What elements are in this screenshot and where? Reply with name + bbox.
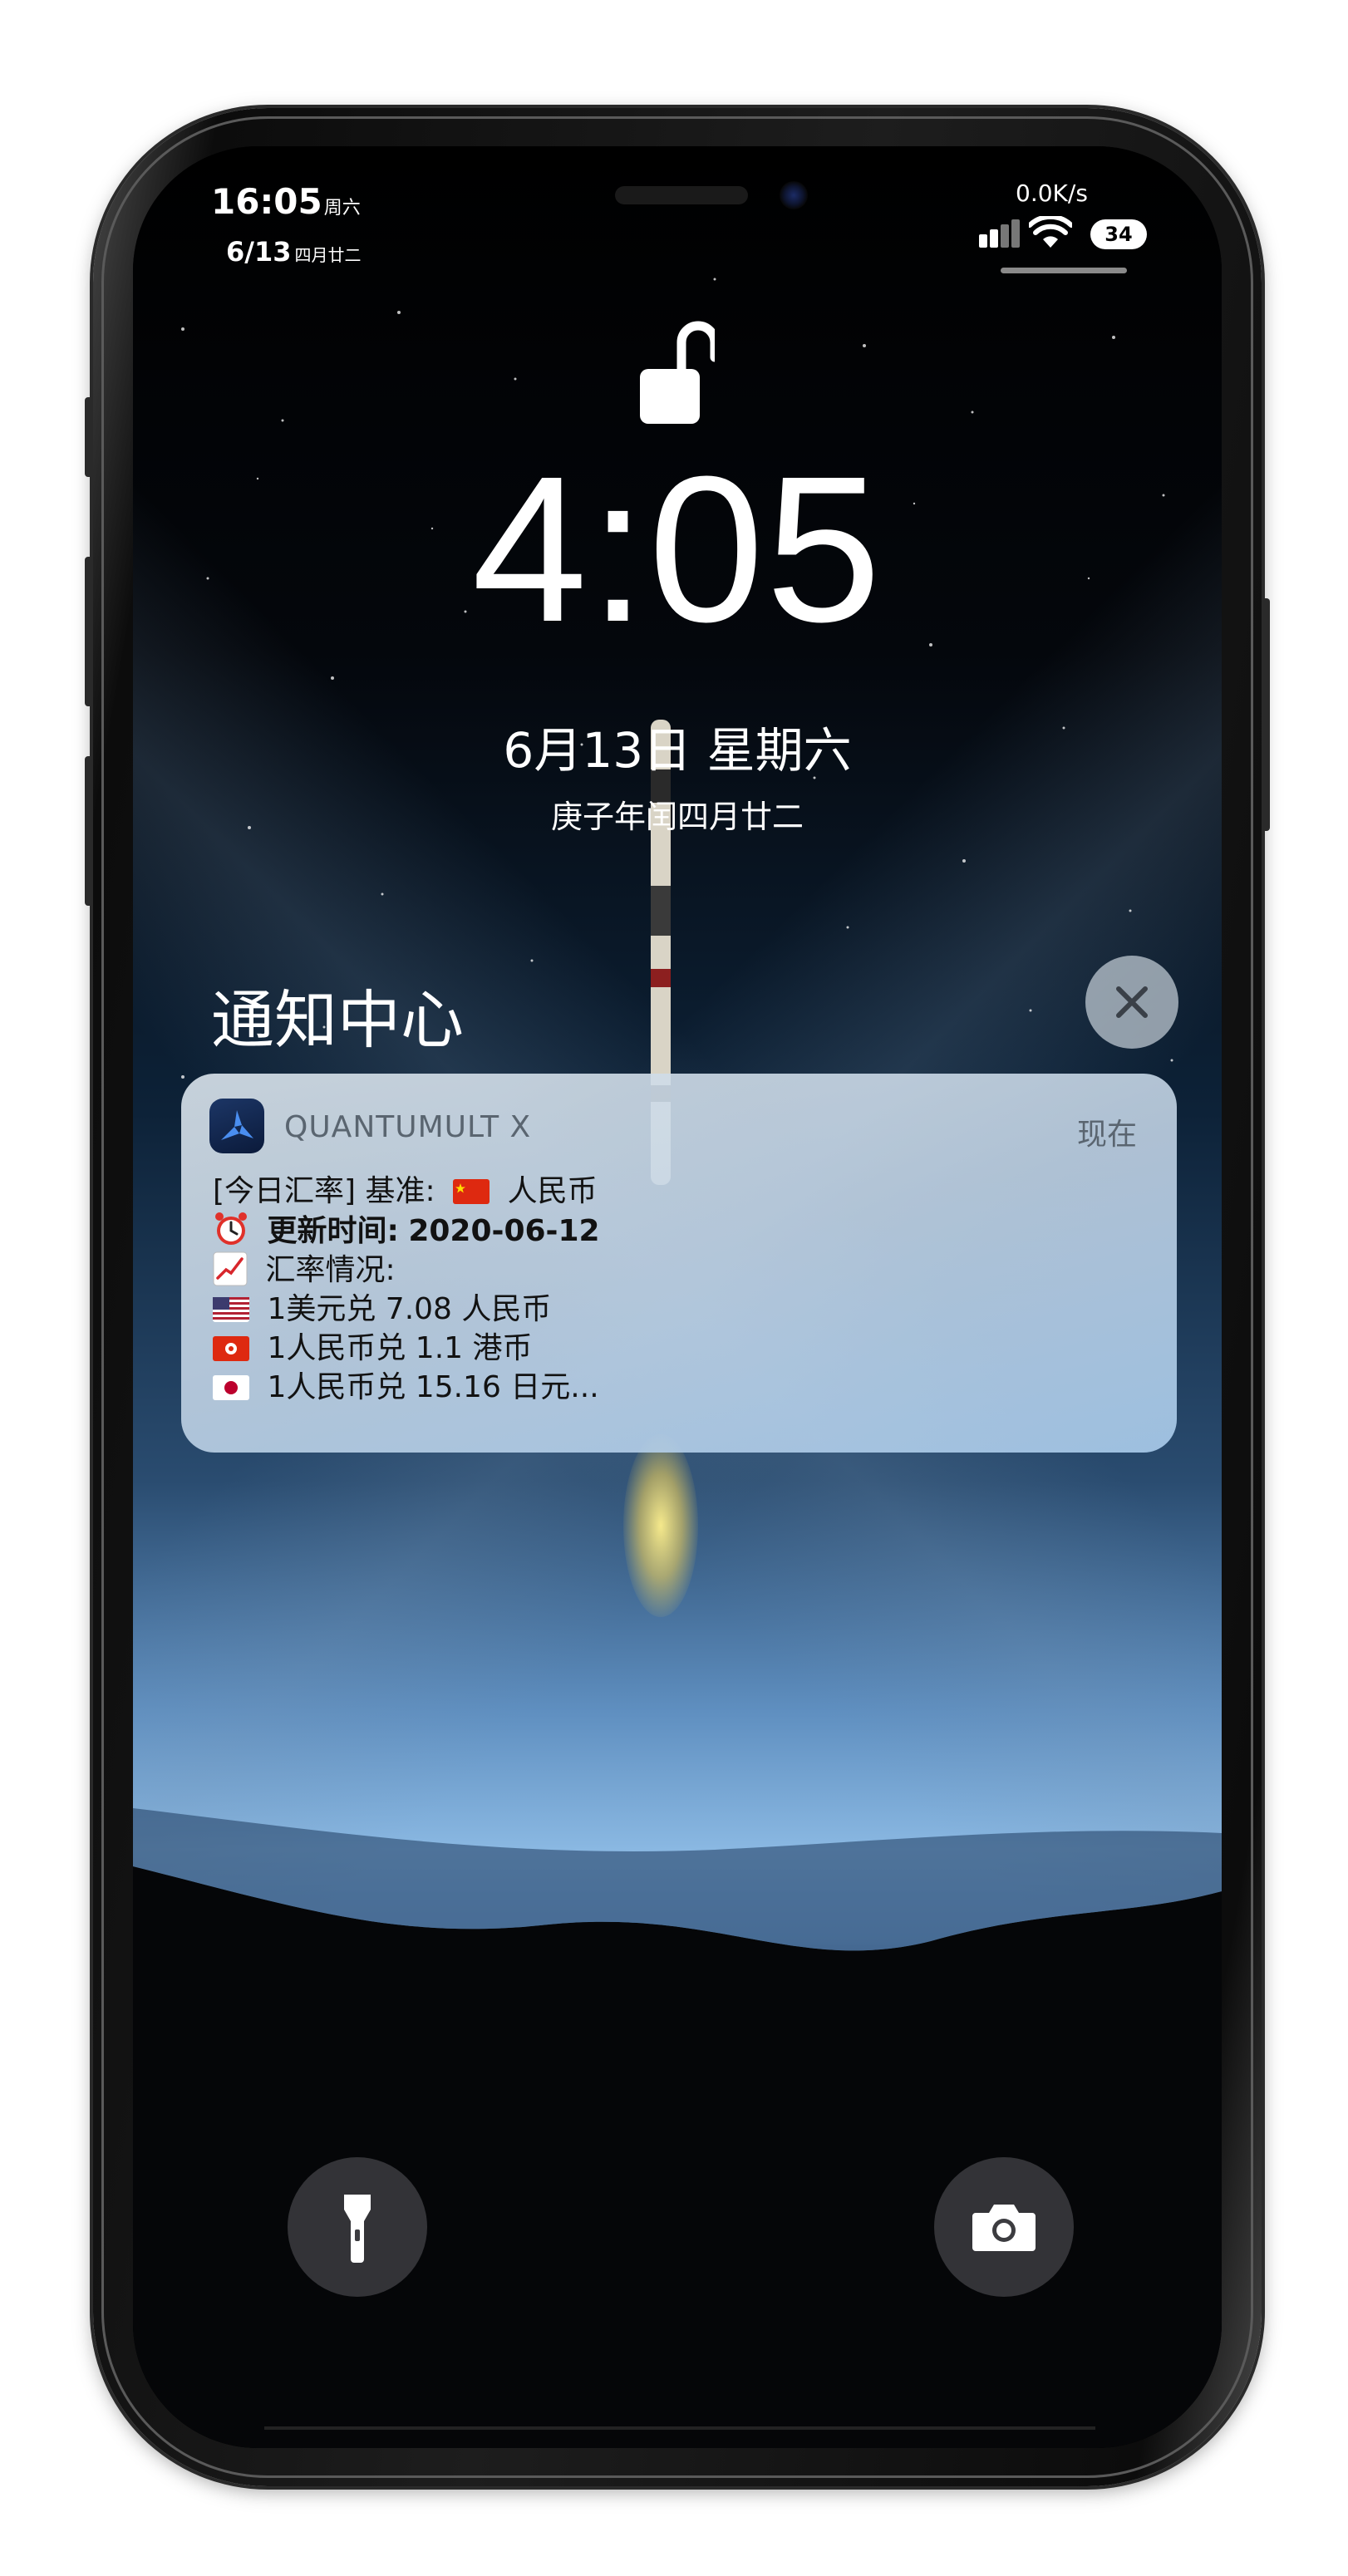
wifi-icon xyxy=(1029,216,1072,248)
status-time: 16:05周六 xyxy=(211,181,361,222)
close-icon xyxy=(1116,986,1148,1018)
flashlight-icon xyxy=(344,2195,371,2263)
notif-hkd-rate: 1人民币兑 1.1 港币 xyxy=(267,1331,533,1365)
chart-increasing-icon xyxy=(213,1251,248,1286)
notif-updated-label: 更新时间: xyxy=(267,1214,399,1248)
camera-icon xyxy=(972,2205,1036,2251)
alarm-clock-icon xyxy=(215,1212,247,1245)
hong-kong-flag-icon xyxy=(213,1336,249,1361)
notif-line-jpy: 1人民币兑 15.16 日元... xyxy=(213,1368,600,1407)
signal-icon xyxy=(979,219,1020,248)
notif-base-currency: 人民币 xyxy=(507,1174,598,1208)
notif-line-base: [今日汇率] 基准: 人民币 xyxy=(213,1172,600,1211)
front-camera xyxy=(780,181,808,209)
notif-base-label: [今日汇率] 基准: xyxy=(213,1174,435,1208)
us-flag-icon xyxy=(213,1297,249,1322)
status-lunar-date: 四月廿二 xyxy=(294,245,362,265)
clear-notifications-button[interactable] xyxy=(1085,956,1178,1049)
notification-time: 现在 xyxy=(1076,1118,1137,1152)
notif-jpy-rate: 1人民币兑 15.16 日元... xyxy=(267,1370,599,1404)
status-weekday: 周六 xyxy=(323,198,361,219)
notif-usd-rate: 1美元兑 7.08 人民币 xyxy=(267,1292,552,1326)
notif-line-hkd: 1人民币兑 1.1 港币 xyxy=(213,1329,600,1368)
lock-date: 6月13日 星期六 xyxy=(503,722,852,779)
rocket-flame xyxy=(623,1434,698,1617)
bottom-line xyxy=(264,2426,1095,2430)
status-time-text: 16:05 xyxy=(211,181,322,222)
volume-up-button xyxy=(85,557,93,706)
control-center-hint[interactable] xyxy=(1001,268,1127,273)
camera-button[interactable] xyxy=(934,2157,1074,2297)
notif-line-rates: 汇率情况: xyxy=(213,1251,600,1290)
notification-center-title: 通知中心 xyxy=(211,983,464,1057)
battery-icon: 34 xyxy=(1090,219,1147,249)
quantumult-app-icon xyxy=(209,1099,264,1153)
notification-app-name: QUANTUMULT X xyxy=(284,1110,532,1144)
silent-switch xyxy=(85,397,93,477)
volume-down-button xyxy=(85,756,93,906)
flashlight-button[interactable] xyxy=(288,2157,427,2297)
earpiece-speaker xyxy=(615,186,748,204)
net-speed: 0.0K/s xyxy=(1016,179,1088,207)
notif-line-usd: 1美元兑 7.08 人民币 xyxy=(213,1290,600,1329)
notif-rates-label: 汇率情况: xyxy=(265,1253,396,1287)
quantumult-logo-icon xyxy=(221,1110,253,1140)
lunar-date: 庚子年闰四月廿二 xyxy=(550,799,804,835)
china-flag-icon xyxy=(453,1179,490,1204)
lock-clock: 4:05 xyxy=(471,433,883,665)
notif-line-updated: 更新时间: 2020-06-12 xyxy=(213,1211,600,1251)
notification-card[interactable]: QUANTUMULT X 现在 [今日汇率] 基准: 人民币 更新时间: 202… xyxy=(181,1074,1177,1453)
power-button xyxy=(1262,598,1270,831)
lock-screen: 16:05周六 6/13 四月廿二 0.0K/s 34 4:05 6月13日 星期… xyxy=(133,146,1222,2448)
unlocked-padlock-icon xyxy=(640,321,715,424)
mountain-silhouette xyxy=(133,1808,1222,2448)
notif-updated-value: 2020-06-12 xyxy=(408,1214,600,1248)
notification-body: [今日汇率] 基准: 人民币 更新时间: 2020-06-12 汇率情况: 1美… xyxy=(213,1172,600,1407)
status-date: 6/13 四月廿二 xyxy=(226,236,361,268)
japan-flag-icon xyxy=(213,1375,249,1400)
status-date-text: 6/13 xyxy=(226,236,292,268)
